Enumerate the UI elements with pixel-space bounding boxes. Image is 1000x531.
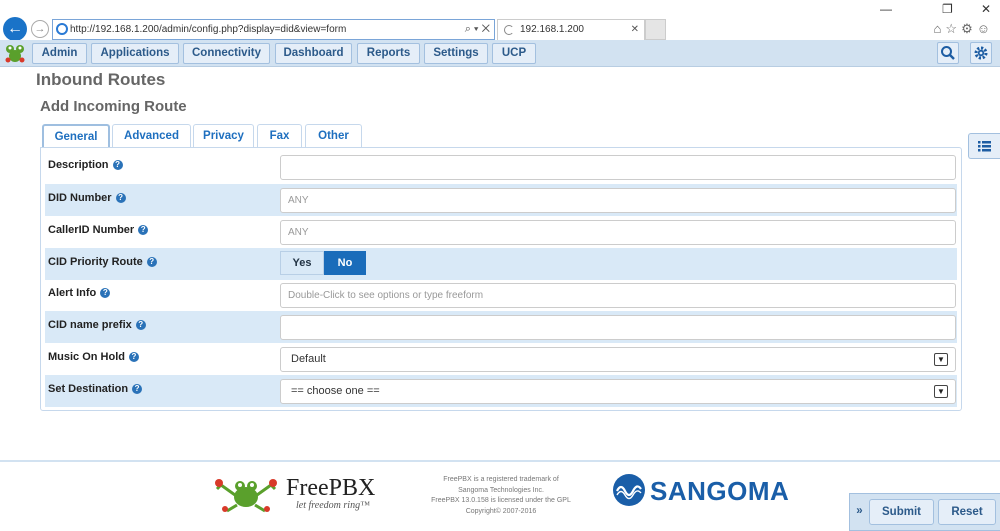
row-alert-info: Alert Info? Double-Click to see options … <box>45 279 957 311</box>
set-destination-value: == choose one == <box>291 385 380 397</box>
route-list-toggle[interactable] <box>968 133 1000 159</box>
expand-icon[interactable]: » <box>852 499 867 525</box>
ie-icon <box>56 23 68 35</box>
nav-ucp[interactable]: UCP <box>492 43 536 64</box>
legal-line: FreePBX 13.0.158 is licensed under the G… <box>431 497 571 504</box>
sangoma-logo-icon[interactable] <box>613 474 645 506</box>
close-window-icon[interactable]: ✕ <box>981 2 991 16</box>
submit-button[interactable]: Submit <box>869 499 934 525</box>
did-number-input[interactable]: ANY <box>280 188 956 213</box>
callerid-number-input[interactable]: ANY <box>280 220 956 245</box>
freepbx-logo-icon[interactable] <box>3 42 27 64</box>
gear-icon[interactable]: ⚙ <box>961 21 977 36</box>
incoming-route-form: Description? DID Number? ANY CallerID Nu… <box>40 147 962 411</box>
music-on-hold-select[interactable]: Default ▼ <box>280 347 956 372</box>
cid-name-prefix-label: CID name prefix? <box>48 319 146 331</box>
row-description: Description? <box>45 151 957 183</box>
row-did-number: DID Number? ANY <box>45 184 957 216</box>
url-text: http://192.168.1.200/admin/config.php?di… <box>70 24 347 35</box>
freepbx-tagline: let freedom ring™ <box>296 500 370 511</box>
alert-info-input[interactable]: Double-Click to see options or type free… <box>280 283 956 308</box>
tab-other[interactable]: Other <box>305 124 362 148</box>
help-icon[interactable]: ? <box>115 193 126 203</box>
address-bar[interactable]: http://192.168.1.200/admin/config.php?di… <box>52 19 495 40</box>
nav-connectivity[interactable]: Connectivity <box>183 43 270 64</box>
tab-advanced[interactable]: Advanced <box>112 124 191 148</box>
page-title: Inbound Routes <box>36 70 166 89</box>
nav-settings-button[interactable] <box>970 42 992 64</box>
reset-button[interactable]: Reset <box>938 499 996 525</box>
home-icon[interactable]: ⌂ <box>934 21 946 36</box>
cid-priority-no[interactable]: No <box>324 251 366 275</box>
back-arrow-icon[interactable]: ← <box>3 17 27 41</box>
main-nav: Admin Applications Connectivity Dashboar… <box>0 40 1000 67</box>
list-icon <box>978 141 991 152</box>
set-destination-label: Set Destination? <box>48 383 143 395</box>
legal-text: FreePBX is a registered trademark of San… <box>416 475 586 517</box>
help-icon[interactable]: ? <box>146 257 157 267</box>
search-icon[interactable]: ⌕ ▾ ✕ <box>465 20 490 39</box>
search-icon <box>941 46 955 60</box>
description-label: Description? <box>48 159 123 171</box>
nav-search-button[interactable] <box>937 42 959 64</box>
help-icon[interactable]: ? <box>112 160 123 170</box>
row-set-destination: Set Destination? == choose one == ▼ <box>45 375 957 407</box>
tab-fax[interactable]: Fax <box>257 124 302 148</box>
tab-general[interactable]: General <box>42 124 110 149</box>
forward-arrow-icon[interactable]: → <box>31 20 49 38</box>
music-on-hold-label: Music On Hold? <box>48 351 139 363</box>
action-bar: » Submit Reset <box>849 493 1000 531</box>
gear-icon <box>974 46 988 60</box>
help-icon[interactable]: ? <box>132 384 143 394</box>
alert-info-label: Alert Info? <box>48 287 111 299</box>
row-music-on-hold: Music On Hold? Default ▼ <box>45 343 957 375</box>
nav-admin[interactable]: Admin <box>32 43 87 64</box>
freepbx-frog-icon[interactable] <box>213 473 279 513</box>
did-number-label: DID Number? <box>48 192 126 204</box>
legal-line: FreePBX is a registered trademark of <box>443 476 559 483</box>
close-tab-icon[interactable]: ✕ <box>631 20 639 40</box>
help-icon[interactable]: ? <box>129 352 139 362</box>
help-icon[interactable]: ? <box>138 225 149 235</box>
page-subtitle: Add Incoming Route <box>40 98 187 115</box>
chevron-down-icon[interactable]: ▼ <box>934 353 948 366</box>
row-callerid-number: CallerID Number? ANY <box>45 216 957 248</box>
smiley-icon[interactable]: ☺ <box>977 21 994 36</box>
browser-toolbar-icons: ⌂☆⚙☺ <box>934 21 994 37</box>
new-tab-button[interactable] <box>645 19 666 40</box>
nav-reports[interactable]: Reports <box>357 43 420 64</box>
music-on-hold-value: Default <box>291 353 326 365</box>
row-cid-priority: CID Priority Route? Yes No <box>45 248 957 280</box>
help-icon[interactable]: ? <box>135 320 146 330</box>
tab-title: 192.168.1.200 <box>520 24 584 35</box>
sangoma-brand: SANGOMA <box>650 476 790 506</box>
cid-priority-label: CID Priority Route? <box>48 256 157 268</box>
help-icon[interactable]: ? <box>100 288 111 298</box>
tab-privacy[interactable]: Privacy <box>193 124 254 148</box>
nav-dashboard[interactable]: Dashboard <box>275 43 352 64</box>
maximize-icon[interactable]: ❐ <box>942 2 953 16</box>
nav-settings[interactable]: Settings <box>424 43 488 64</box>
row-cid-name-prefix: CID name prefix? <box>45 311 957 343</box>
legal-line: Sangoma Technologies Inc. <box>458 486 544 494</box>
browser-tab[interactable]: 192.168.1.200 ✕ <box>497 19 645 40</box>
loading-icon <box>504 25 514 35</box>
legal-line: Copyright© 2007-2016 <box>465 507 537 515</box>
nav-applications[interactable]: Applications <box>91 43 179 64</box>
callerid-number-label: CallerID Number? <box>48 224 149 236</box>
cid-priority-yes[interactable]: Yes <box>280 251 324 275</box>
cid-name-prefix-input[interactable] <box>280 315 956 340</box>
description-input[interactable] <box>280 155 956 180</box>
minimize-icon[interactable]: — <box>880 2 892 16</box>
star-icon[interactable]: ☆ <box>945 21 961 36</box>
chevron-down-icon[interactable]: ▼ <box>934 385 948 398</box>
set-destination-select[interactable]: == choose one == ▼ <box>280 379 956 404</box>
browser-chrome: ← → http://192.168.1.200/admin/config.ph… <box>0 0 1000 41</box>
freepbx-brand: FreePBX <box>286 475 376 501</box>
